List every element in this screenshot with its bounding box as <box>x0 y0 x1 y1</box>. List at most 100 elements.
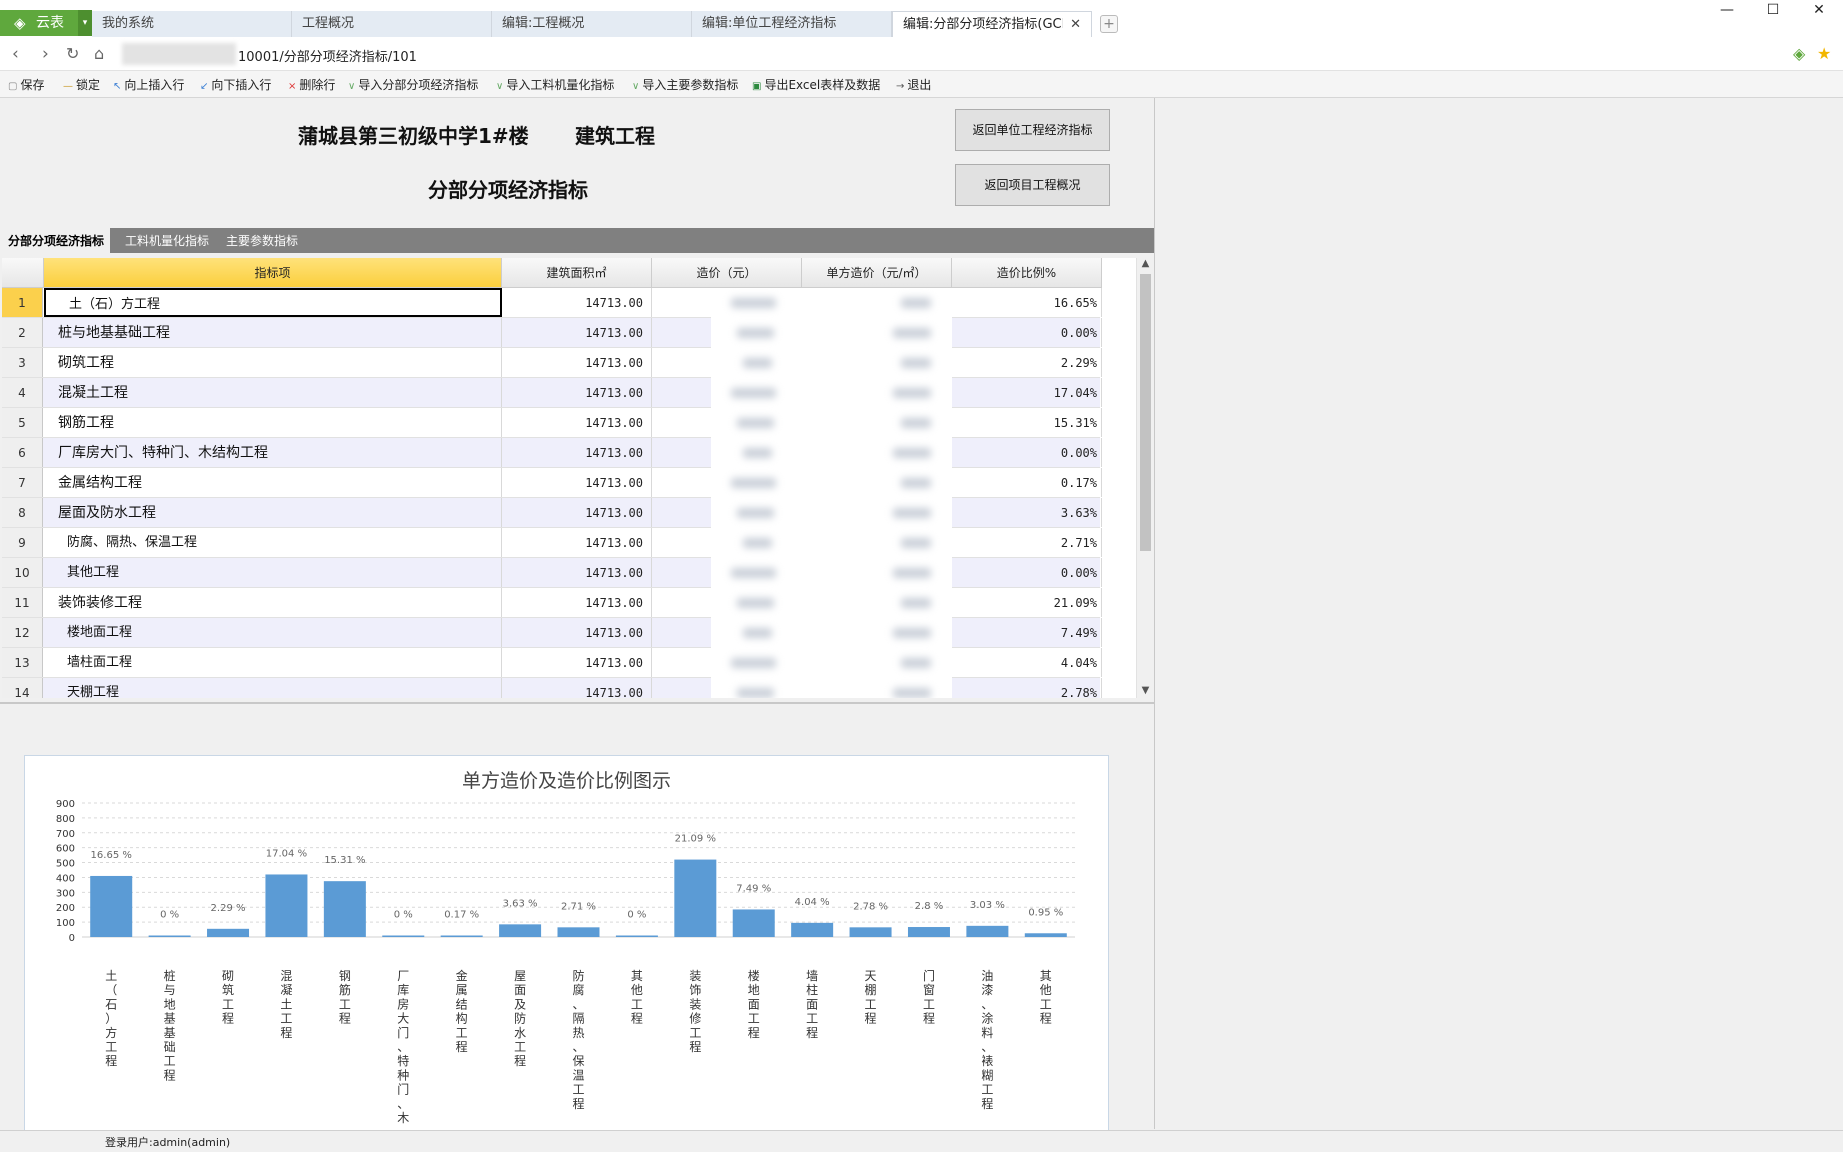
row-number[interactable]: 9 <box>2 528 43 557</box>
row-number[interactable]: 4 <box>2 378 43 407</box>
exit-button[interactable]: → 退出 <box>896 76 931 93</box>
area-cell[interactable]: 14713.00 <box>502 618 652 647</box>
indicator-name-cell[interactable]: 砌筑工程 <box>44 348 502 377</box>
indicator-name-cell[interactable]: 屋面及防水工程 <box>44 498 502 527</box>
home-icon[interactable]: ⌂ <box>94 44 104 63</box>
tab-parameter-indicators[interactable]: 主要参数指标 <box>220 228 304 253</box>
area-cell[interactable]: 14713.00 <box>502 648 652 677</box>
row-number[interactable]: 12 <box>2 618 43 647</box>
tab-edit-unit-indicators[interactable]: 编辑:单位工程经济指标 <box>692 11 892 37</box>
refresh-icon[interactable]: ↻ <box>66 44 79 63</box>
y-tick-label: 900 <box>56 799 75 810</box>
insert-below-button[interactable]: ↙ 向下插入行 <box>200 76 271 93</box>
area-cell[interactable]: 14713.00 <box>502 528 652 557</box>
import-subitem-button[interactable]: ∨ 导入分部分项经济指标 <box>348 76 478 93</box>
grid-scrollbar[interactable]: ▲ ▼ <box>1136 258 1154 698</box>
column-header[interactable]: 造价比例% <box>952 258 1102 288</box>
back-arrow-icon[interactable]: ‹ <box>12 44 19 64</box>
row-number[interactable]: 3 <box>2 348 43 377</box>
area-cell[interactable]: 14713.00 <box>502 558 652 587</box>
ratio-cell[interactable]: 0.00% <box>952 318 1102 347</box>
row-number[interactable]: 14 <box>2 678 43 698</box>
ratio-cell[interactable]: 4.04% <box>952 648 1102 677</box>
indicator-name-cell[interactable]: 墙柱面工程 <box>44 648 502 677</box>
import-parameter-button[interactable]: ∨ 导入主要参数指标 <box>632 76 738 93</box>
extension-icon[interactable]: ◈ <box>1793 44 1805 63</box>
close-icon[interactable]: ✕ <box>1070 12 1081 37</box>
ratio-cell[interactable]: 2.71% <box>952 528 1102 557</box>
ratio-cell[interactable]: 0.00% <box>952 558 1102 587</box>
export-excel-button[interactable]: ▣ 导出Excel表样及数据 <box>752 76 880 93</box>
brand-menu-button[interactable]: ◈ 云表 ▾ <box>0 10 92 36</box>
row-number[interactable]: 7 <box>2 468 43 497</box>
area-cell[interactable]: 14713.00 <box>502 438 652 467</box>
column-header[interactable]: 建筑面积㎡ <box>502 258 652 288</box>
import-material-button[interactable]: ∨ 导入工料机量化指标 <box>496 76 614 93</box>
indicator-name-cell[interactable]: 装饰装修工程 <box>44 588 502 617</box>
chevron-down-icon[interactable]: ▾ <box>78 10 92 36</box>
area-cell[interactable]: 14713.00 <box>502 468 652 497</box>
delete-row-button[interactable]: × 删除行 <box>288 76 335 93</box>
indicator-name-cell[interactable]: 桩与地基基础工程 <box>44 318 502 347</box>
area-cell[interactable]: 14713.00 <box>502 348 652 377</box>
ratio-cell[interactable]: 15.31% <box>952 408 1102 437</box>
indicator-name-cell[interactable]: 厂库房大门、特种门、木结构工程 <box>44 438 502 467</box>
save-button[interactable]: ▢ 保存 <box>8 76 44 93</box>
column-header[interactable]: 单方造价（元/㎡） <box>802 258 952 288</box>
area-cell[interactable]: 14713.00 <box>502 498 652 527</box>
tab-project-overview[interactable]: 工程概况 <box>292 11 492 37</box>
new-tab-button[interactable]: + <box>1100 15 1118 33</box>
indicator-name-cell[interactable]: 混凝土工程 <box>44 378 502 407</box>
indicator-name-cell[interactable]: 楼地面工程 <box>44 618 502 647</box>
area-cell[interactable]: 14713.00 <box>502 318 652 347</box>
scroll-down-icon[interactable]: ▼ <box>1137 685 1154 696</box>
column-header[interactable]: 指标项 <box>44 258 502 288</box>
ratio-cell[interactable]: 17.04% <box>952 378 1102 407</box>
tab-edit-project-overview[interactable]: 编辑:工程概况 <box>492 11 692 37</box>
row-number[interactable]: 5 <box>2 408 43 437</box>
ratio-cell[interactable]: 0.17% <box>952 468 1102 497</box>
favorite-star-icon[interactable]: ★ <box>1817 44 1831 63</box>
url-input[interactable]: 10001/分部分项经济指标/101 <box>238 46 417 65</box>
indicator-name-cell[interactable]: 防腐、隔热、保温工程 <box>44 528 502 557</box>
tab-edit-subitem-indicators[interactable]: 编辑:分部分项经济指标(GCBH ✕ <box>892 11 1092 37</box>
ratio-cell[interactable]: 2.29% <box>952 348 1102 377</box>
window-close-button[interactable]: ✕ <box>1796 0 1842 22</box>
tab-subitem-indicators[interactable]: 分部分项经济指标 <box>2 228 111 253</box>
area-cell[interactable]: 14713.00 <box>502 588 652 617</box>
row-number[interactable]: 2 <box>2 318 43 347</box>
ratio-cell[interactable]: 21.09% <box>952 588 1102 617</box>
area-cell[interactable]: 14713.00 <box>502 378 652 407</box>
indicator-name-cell[interactable]: 天棚工程 <box>44 678 502 698</box>
row-number[interactable]: 1 <box>2 288 43 317</box>
area-cell[interactable]: 14713.00 <box>502 408 652 437</box>
scroll-thumb[interactable] <box>1140 274 1151 551</box>
minimize-button[interactable]: — <box>1704 0 1750 22</box>
ratio-cell[interactable]: 7.49% <box>952 618 1102 647</box>
row-number[interactable]: 6 <box>2 438 43 467</box>
indicator-name-cell[interactable]: 钢筋工程 <box>44 408 502 437</box>
column-header[interactable]: 造价（元） <box>652 258 802 288</box>
indicator-name-cell[interactable]: 金属结构工程 <box>44 468 502 497</box>
ratio-cell[interactable]: 2.78% <box>952 678 1102 698</box>
row-number[interactable]: 10 <box>2 558 43 587</box>
ratio-cell[interactable]: 16.65% <box>952 288 1102 317</box>
row-number[interactable]: 13 <box>2 648 43 677</box>
row-number[interactable]: 8 <box>2 498 43 527</box>
indicator-name-cell[interactable]: 土（石）方工程 <box>44 288 502 317</box>
area-cell[interactable]: 14713.00 <box>502 678 652 698</box>
area-cell[interactable]: 14713.00 <box>502 288 652 317</box>
indicator-name-cell[interactable]: 其他工程 <box>44 558 502 587</box>
forward-arrow-icon[interactable]: › <box>42 44 49 64</box>
tab-my-system[interactable]: 我的系统 <box>92 11 292 37</box>
maximize-button[interactable]: ☐ <box>1750 0 1796 22</box>
back-to-unit-indicators-button[interactable]: 返回单位工程经济指标 <box>955 109 1110 151</box>
lock-button[interactable]: — 锁定 <box>63 76 100 93</box>
row-number[interactable]: 11 <box>2 588 43 617</box>
scroll-up-icon[interactable]: ▲ <box>1137 258 1154 269</box>
ratio-cell[interactable]: 3.63% <box>952 498 1102 527</box>
insert-above-button[interactable]: ↖ 向上插入行 <box>113 76 184 93</box>
tab-material-indicators[interactable]: 工料机量化指标 <box>119 228 215 253</box>
back-to-project-overview-button[interactable]: 返回项目工程概况 <box>955 164 1110 206</box>
ratio-cell[interactable]: 0.00% <box>952 438 1102 467</box>
